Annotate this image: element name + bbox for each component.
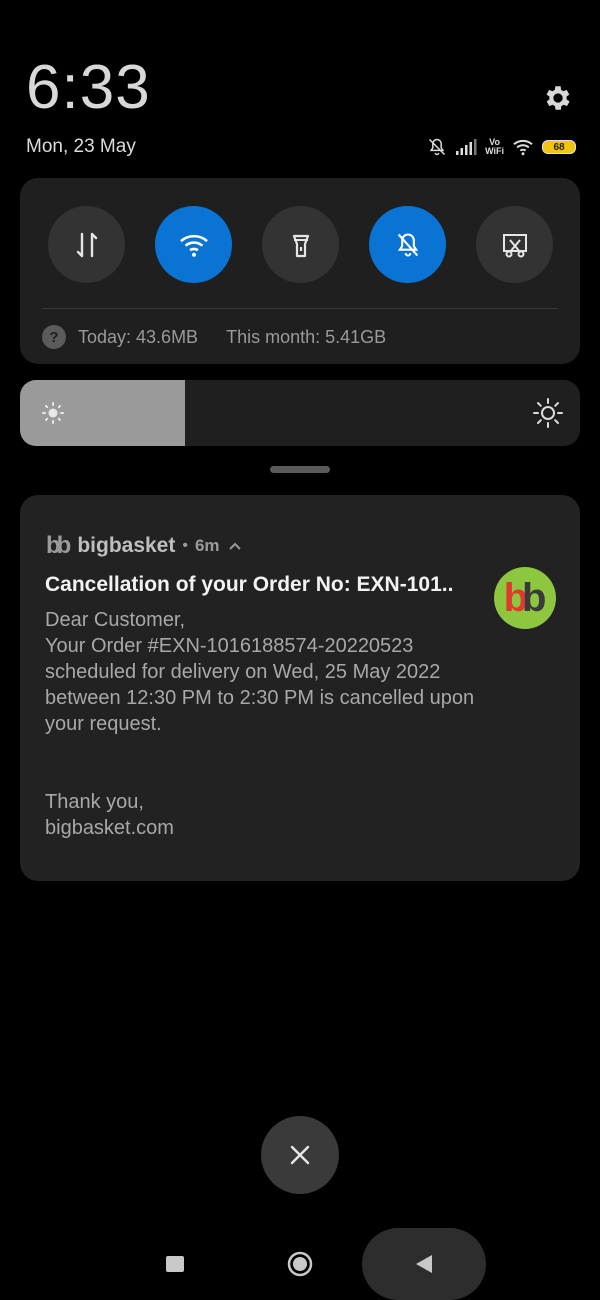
screenshot-icon (502, 233, 527, 257)
body-line: scheduled for delivery on Wed, 25 May 20… (45, 661, 441, 683)
body-line: your request. (45, 713, 162, 735)
chevron-up-icon[interactable] (228, 541, 242, 551)
data-month: This month: 5.41GB (226, 326, 387, 347)
bell-off-icon (397, 232, 418, 257)
notification-shade: 6:33 Mon, 23 May Vo WiFi 68 ? Today: 43.… (0, 0, 600, 1300)
toggle-wifi[interactable] (155, 206, 232, 283)
toggle-flashlight[interactable] (262, 206, 339, 283)
gear-icon (546, 86, 570, 110)
back-triangle-icon (416, 1255, 432, 1273)
vowifi-icon: Vo WiFi (485, 138, 504, 156)
back-button[interactable] (362, 1228, 486, 1300)
home-button[interactable] (286, 1250, 314, 1278)
bigbasket-logo: bb (494, 567, 556, 629)
drag-handle[interactable] (270, 466, 330, 473)
toggle-silent[interactable] (369, 206, 446, 283)
notification-body: Dear Customer, Your Order #EXN-101618857… (45, 607, 545, 841)
body-line: Your Order #EXN-1016188574-20220523 (45, 635, 414, 657)
body-line: Dear Customer, (45, 609, 186, 631)
data-transfer-icon (76, 232, 97, 257)
data-usage[interactable]: ? Today: 43.6MB This month: 5.41GB (42, 324, 386, 350)
quick-toggles (48, 206, 553, 283)
toggle-mobile-data[interactable] (48, 206, 125, 283)
help-icon: ? (42, 325, 66, 349)
bell-off-icon (429, 138, 446, 156)
bigbasket-small-icon: bb (46, 532, 71, 559)
signal-icon (456, 139, 477, 155)
status-icons: Vo WiFi 68 (427, 134, 576, 160)
toggle-screenshot[interactable] (476, 206, 553, 283)
wifi-icon (513, 139, 533, 156)
data-today: Today: 43.6MB (78, 326, 199, 347)
brightness-low-icon (42, 402, 64, 424)
notification-time: 6m (194, 536, 220, 555)
date: Mon, 23 May (26, 136, 136, 157)
battery-indicator: 68 (542, 140, 576, 154)
brightness-high-icon (533, 398, 563, 428)
wifi-icon (179, 234, 208, 257)
signoff-line: Thank you, (45, 791, 144, 813)
logo-letter-2: b (522, 576, 547, 620)
notification-header: bb bigbasket • 6m (46, 532, 242, 559)
separator-dot: • (182, 537, 188, 554)
vowifi-bottom: WiFi (485, 146, 504, 156)
clear-all-button[interactable] (261, 1116, 339, 1194)
signoff-line: bigbasket.com (45, 817, 174, 839)
body-line: between 12:30 PM to 2:30 PM is cancelled… (45, 687, 475, 709)
notification-title: Cancellation of your Order No: EXN-101.. (45, 573, 454, 596)
close-icon (290, 1145, 310, 1165)
brightness-slider[interactable] (20, 380, 580, 446)
notification-card[interactable]: bb bigbasket • 6m Cancellation of your O… (20, 495, 580, 881)
app-name: bigbasket (77, 534, 176, 557)
settings-button[interactable] (538, 78, 578, 118)
recent-apps-button[interactable] (166, 1256, 184, 1272)
quick-settings-panel: ? Today: 43.6MB This month: 5.41GB (20, 178, 580, 364)
clock: 6:33 (26, 53, 151, 122)
flashlight-icon (292, 234, 309, 257)
divider (42, 308, 558, 309)
